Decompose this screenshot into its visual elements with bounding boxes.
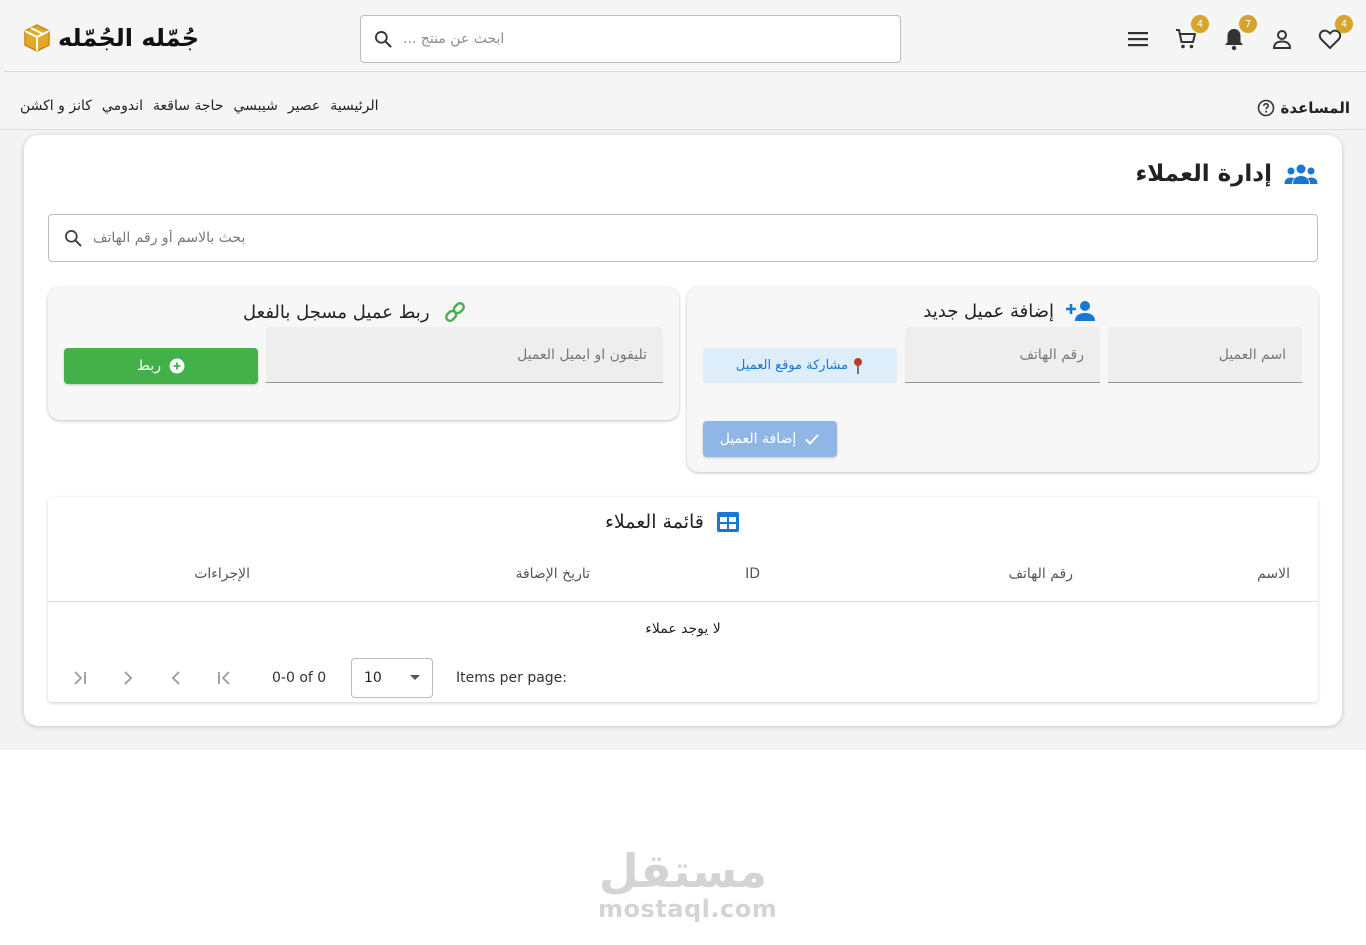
notifications-button[interactable]: 7 [1221,15,1257,52]
search-icon [65,230,82,247]
chevron-left-icon [171,671,180,685]
add-customer-button-label: إضافة العميل [719,431,797,447]
help-label: المساعدة [1280,99,1351,117]
customer-name-input[interactable] [1108,327,1302,382]
column-header-actions[interactable]: الإجراءات [194,566,250,582]
page-size-value: 10 [364,670,382,686]
link-button[interactable]: ربط [64,348,258,384]
link-customer-title-text: ربط عميل مسجل بالفعل [243,301,430,323]
cart-count-badge: 4 [1191,15,1209,33]
first-page-icon [218,671,230,685]
customer-phone-field[interactable] [905,327,1100,383]
nav-link-indomie[interactable]: اندومي [102,98,143,114]
box-logo-icon [24,24,50,52]
menu-icon [1128,32,1148,47]
link-icon [444,302,465,322]
person-add-icon [1066,301,1095,321]
favorites-button[interactable]: 4 [1317,15,1353,52]
page-title: إدارة العملاء [1135,161,1318,187]
nav-link-chips[interactable]: شيبسي [233,98,277,114]
account-icon [1272,30,1292,49]
add-customer-title: إضافة عميل جديد [923,299,1096,323]
account-button[interactable] [1269,26,1295,52]
customer-contact-input[interactable] [266,327,663,382]
nav-link-cans-action[interactable]: كانز و اكشن [20,98,92,114]
customer-search-input[interactable] [83,230,1317,246]
cart-button[interactable]: 4 [1173,15,1209,52]
logo-text: جُمّله الجُمّله [58,24,200,52]
empty-state-text: لا يوجد عملاء [645,621,721,637]
notifications-count-badge: 7 [1239,15,1257,33]
column-header-id[interactable]: ID [745,566,760,582]
column-header-date-added[interactable]: تاريخ الإضافة [515,566,590,582]
column-header-phone[interactable]: رقم الهاتف [1009,566,1073,582]
category-links: الرئيسية عصير شيبسي حاجة ساقعة اندومي كا… [20,98,379,114]
dropdown-arrow-icon [410,675,420,680]
link-button-label: ربط [137,358,161,374]
menu-button[interactable] [1125,26,1151,52]
customer-phone-input[interactable] [905,327,1100,382]
link-customer-title: ربط عميل مسجل بالفعل [243,299,468,325]
group-icon [1284,164,1318,184]
customer-list-table: قائمة العملاء الاسم رقم الهاتف ID تاريخ … [48,497,1318,702]
add-customer-title-text: إضافة عميل جديد [923,300,1054,322]
last-page-button[interactable] [71,669,89,687]
page-size-select[interactable]: 10 [351,658,433,698]
next-page-button[interactable] [119,669,137,687]
check-icon [805,434,819,445]
add-customer-card: إضافة عميل جديد مشاركة موقع العميل إضافة… [687,287,1318,472]
nav-link-juice[interactable]: عصير [288,98,320,114]
customer-contact-field[interactable] [266,327,663,383]
customer-list-title-text: قائمة العملاء [605,511,704,533]
help-link[interactable]: المساعدة [1257,99,1351,117]
customer-list-title: قائمة العملاء [605,511,740,533]
add-customer-button[interactable]: إضافة العميل [703,421,837,457]
page-title-text: إدارة العملاء [1135,161,1272,187]
page-range-label: 0-0 of 0 [272,670,327,686]
product-search-input[interactable] [393,16,900,62]
table-divider [48,601,1318,602]
first-page-button[interactable] [215,669,233,687]
watermark-arabic: مستقل [598,844,768,898]
last-page-icon [74,671,86,685]
logo[interactable]: جُمّله الجُمّله [22,20,199,56]
items-per-page-label: Items per page: [456,670,568,686]
previous-page-button[interactable] [167,669,185,687]
watermark-latin: mostaql.com [598,895,778,923]
top-bar: جُمّله الجُمّله 4 7 [4,0,1366,72]
share-location-button[interactable]: مشاركة موقع العميل [703,348,897,383]
table-icon [716,512,739,532]
nav-link-home[interactable]: الرئيسية [330,98,378,114]
pushpin-icon [854,357,863,374]
search-icon [375,31,392,48]
chevron-right-icon [124,671,133,685]
nav-link-cold-drinks[interactable]: حاجة ساقعة [153,98,223,114]
watermark: مستقل mostaql.com [598,844,778,923]
product-search-box[interactable] [360,15,901,63]
customer-name-field[interactable] [1108,327,1302,383]
share-location-label: مشاركة موقع العميل [735,358,849,373]
link-customer-card: ربط عميل مسجل بالفعل ربط [48,287,679,420]
column-header-name[interactable]: الاسم [1257,566,1290,582]
help-circle-icon [1257,99,1274,117]
favorites-count-badge: 4 [1335,15,1353,33]
customer-search-box[interactable] [48,214,1318,262]
customer-management-card: إدارة العملاء ربط عميل مسجل بالفعل [24,135,1342,726]
category-nav: الرئيسية عصير شيبسي حاجة ساقعة اندومي كا… [0,72,1366,130]
add-circle-icon [169,358,185,374]
